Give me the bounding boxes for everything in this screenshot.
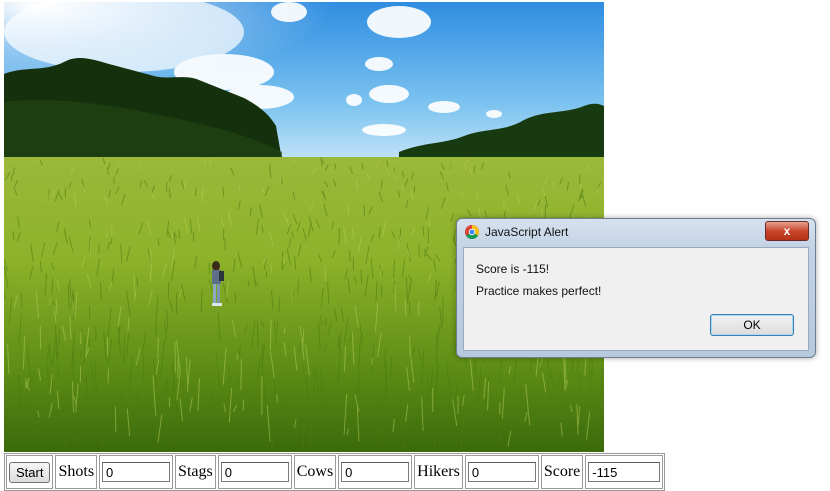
- control-bar: Start Shots 0 Stags 0 Cows 0 Hikers 0 Sc…: [4, 453, 666, 491]
- start-button[interactable]: Start: [9, 461, 51, 483]
- alert-title: JavaScript Alert: [485, 225, 569, 239]
- shots-label: Shots: [55, 455, 98, 489]
- start-cell: Start: [6, 455, 54, 489]
- score-label: Score: [540, 455, 584, 489]
- close-button[interactable]: x: [765, 221, 809, 241]
- shots-field[interactable]: 0: [102, 462, 171, 482]
- alert-titlebar[interactable]: JavaScript Alert x: [457, 219, 815, 245]
- score-field[interactable]: -115: [588, 462, 661, 482]
- stags-field[interactable]: 0: [220, 462, 289, 482]
- cows-cell: 0: [338, 455, 413, 489]
- close-icon: x: [783, 224, 791, 238]
- alert-message-score: Score is -115!: [476, 262, 550, 276]
- chrome-icon: [465, 225, 479, 239]
- ok-button[interactable]: OK: [710, 314, 794, 336]
- alert-body: Score is -115! Practice makes perfect! O…: [463, 247, 809, 351]
- hikers-cell: 0: [464, 455, 539, 489]
- cows-field[interactable]: 0: [341, 462, 410, 482]
- shots-cell: 0: [99, 455, 174, 489]
- hikers-label: Hikers: [414, 455, 463, 489]
- score-cell: -115: [585, 455, 664, 489]
- alert-message-practice: Practice makes perfect!: [476, 284, 602, 298]
- hikers-field[interactable]: 0: [467, 462, 536, 482]
- javascript-alert-dialog: JavaScript Alert x Score is -115! Practi…: [456, 218, 816, 358]
- stags-cell: 0: [217, 455, 292, 489]
- stags-label: Stags: [175, 455, 216, 489]
- cows-label: Cows: [293, 455, 337, 489]
